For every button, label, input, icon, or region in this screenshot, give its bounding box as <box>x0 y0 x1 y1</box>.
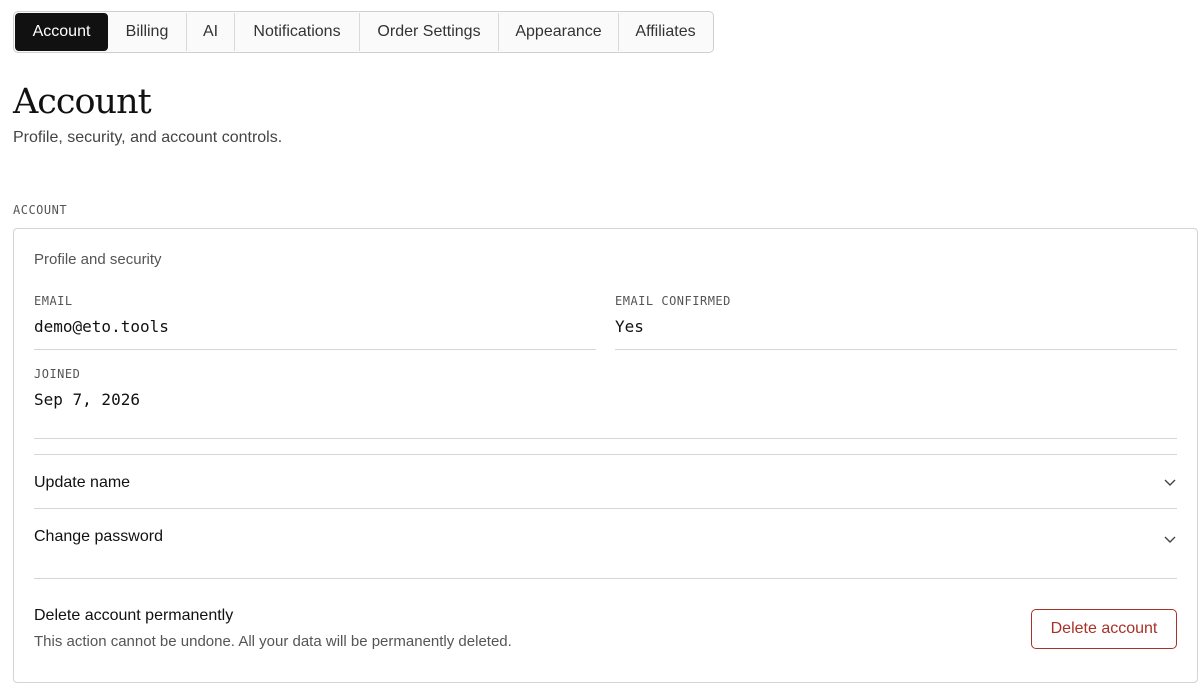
joined-field: JOINED Sep 7, 2026 <box>34 367 140 409</box>
update-name-label: Update name <box>34 474 131 491</box>
account-card: Profile and security EMAIL demo@eto.tool… <box>13 228 1198 683</box>
joined-value: Sep 7, 2026 <box>34 390 140 409</box>
divider <box>34 508 1177 509</box>
email-confirmed-value: Yes <box>615 317 644 336</box>
delete-account-description: This action cannot be undone. All your d… <box>34 633 512 650</box>
update-name-accordion[interactable]: Update name <box>34 467 1177 499</box>
tab-ai[interactable]: AI <box>187 13 235 51</box>
chevron-down-icon <box>1163 533 1177 547</box>
divider <box>34 578 1177 579</box>
divider <box>34 438 1177 439</box>
email-confirmed-label: EMAIL CONFIRMED <box>615 294 731 308</box>
divider <box>34 454 1177 455</box>
tab-notifications[interactable]: Notifications <box>235 13 360 51</box>
joined-label: JOINED <box>34 367 81 381</box>
chevron-down-icon <box>1163 476 1177 490</box>
tab-billing[interactable]: Billing <box>108 13 187 51</box>
email-label: EMAIL <box>34 294 73 308</box>
email-confirmed-field: EMAIL CONFIRMED Yes <box>615 294 731 336</box>
email-value: demo@eto.tools <box>34 317 169 336</box>
change-password-label: Change password <box>34 528 163 545</box>
section-label: ACCOUNT <box>13 203 68 217</box>
card-heading: Profile and security <box>34 251 162 268</box>
delete-account-title: Delete account permanently <box>34 607 234 624</box>
tab-account[interactable]: Account <box>15 13 108 51</box>
change-password-accordion[interactable]: Change password <box>34 521 1177 553</box>
email-confirmed-underline <box>615 349 1177 350</box>
delete-account-button[interactable]: Delete account <box>1031 609 1177 649</box>
settings-tabs: Account Billing AI Notifications Order S… <box>13 11 714 53</box>
settings-page: Account Billing AI Notifications Order S… <box>0 0 1200 691</box>
page-subtitle: Profile, security, and account controls. <box>13 129 283 146</box>
tab-order-settings[interactable]: Order Settings <box>360 13 499 51</box>
page-title: Account <box>13 82 152 122</box>
tab-appearance[interactable]: Appearance <box>499 13 619 51</box>
tab-affiliates[interactable]: Affiliates <box>619 13 712 51</box>
email-field: EMAIL demo@eto.tools <box>34 294 169 336</box>
email-underline <box>34 349 596 350</box>
